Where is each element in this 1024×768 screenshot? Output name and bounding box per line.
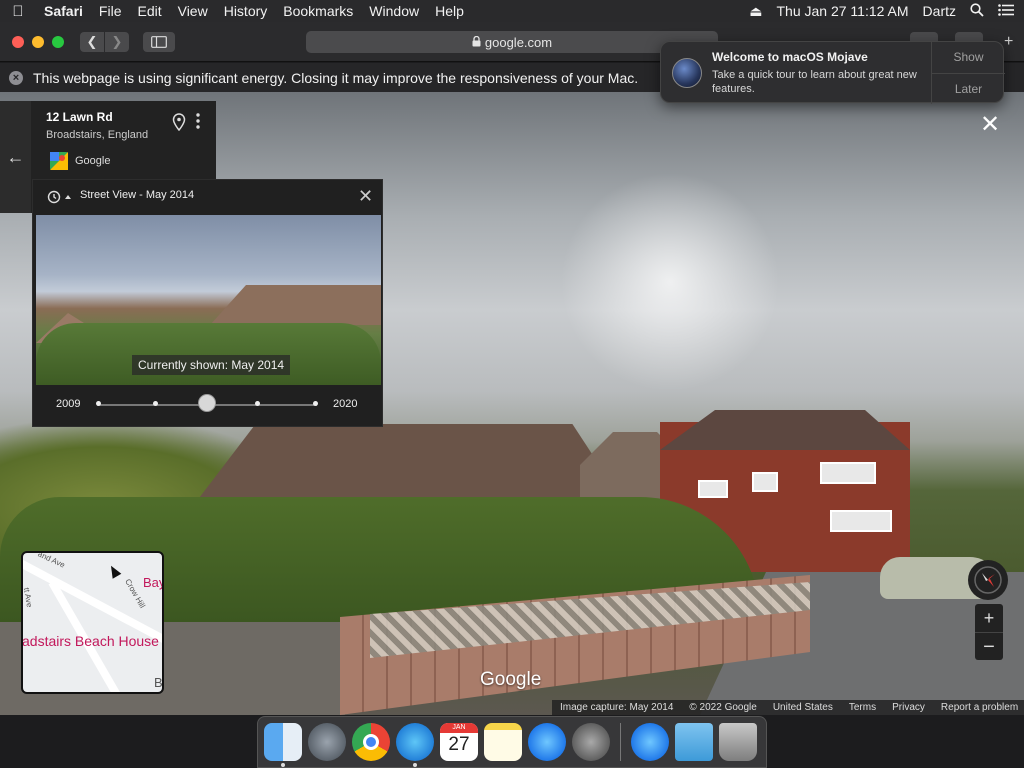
notes-icon[interactable] [484,723,522,761]
menu-window[interactable]: Window [361,3,427,19]
spotlight-search-icon[interactable] [970,2,984,20]
sky-glare [560,172,780,392]
mojave-app-icon [672,58,702,88]
energy-warning-text: This webpage is using significant energy… [33,69,639,86]
history-panel-header: Street View - May 2014 ✕ [33,180,384,214]
app-store-download-icon[interactable] [631,723,669,761]
finder-icon[interactable] [264,723,302,767]
slider-start-year: 2009 [56,398,81,410]
dock: JAN 27 [257,716,767,768]
menu-bookmarks[interactable]: Bookmarks [275,3,361,19]
dock-separator [620,723,621,761]
minimap-poi-label: B [154,675,163,690]
google-watermark: Google [480,669,542,690]
new-tab-plus-icon[interactable]: + [1004,34,1013,50]
minimap-poi-label[interactable]: Bay [143,575,162,590]
zoom-control: + − [975,604,1003,660]
minimap[interactable]: and Ave Crow Hill tt Ave Bay adstairs Be… [21,551,164,694]
minimap-street-label: tt Ave [21,586,35,609]
slider-stop[interactable] [313,401,318,406]
image-capture-date: Image capture: May 2014 [560,702,674,713]
preview-hedge [36,323,381,385]
menu-help[interactable]: Help [427,3,472,19]
notification-later-button[interactable]: Later [932,74,1005,104]
street-view-history-panel: Street View - May 2014 ✕ Currently shown… [32,179,383,427]
history-panel-title: Street View - May 2014 [80,189,195,201]
brick-house-roof [660,410,910,450]
sidebar-toggle-button[interactable] [143,32,175,52]
address-url: google.com [484,34,553,50]
calendar-month: JAN [440,723,478,733]
zoom-out-button[interactable]: − [975,632,1003,660]
history-clock-icon[interactable] [47,190,71,209]
house-window [830,510,892,532]
menubar-user[interactable]: Dartz [923,3,956,19]
menubar-clock[interactable]: Thu Jan 27 11:12 AM [776,3,908,19]
slider-stop[interactable] [153,401,158,406]
compass-icon[interactable] [968,560,1008,600]
map-pin-icon[interactable] [172,113,186,136]
place-title: 12 Lawn Rd [46,110,113,124]
notification-center-icon[interactable] [998,3,1014,19]
menu-bar:  Safari File Edit View History Bookmark… [0,0,1024,22]
address-bar[interactable]: google.com [306,31,718,53]
back-button[interactable]: ❮ [80,32,104,52]
menu-edit[interactable]: Edit [129,3,169,19]
safari-icon[interactable] [396,723,434,767]
house-window [698,480,728,498]
back-arrow-icon[interactable]: ← [0,101,31,213]
slider-end-year: 2020 [333,398,358,410]
google-maps-logo-icon [50,152,68,170]
trash-icon[interactable] [719,723,757,761]
minimap-street-label: and Ave [36,551,67,570]
report-problem-link[interactable]: Report a problem [933,702,1024,713]
menu-app-name[interactable]: Safari [36,3,91,19]
map-footer: Image capture: May 2014 © 2022 Google Un… [552,700,1024,715]
more-options-icon[interactable] [196,113,200,129]
menu-file[interactable]: File [91,3,130,19]
forward-button[interactable]: ❯ [105,32,129,52]
macos-notification[interactable]: Welcome to macOS Mojave Take a quick tou… [660,41,1005,104]
zoom-in-button[interactable]: + [975,604,1003,632]
launchpad-icon[interactable] [308,723,346,761]
app-store-icon[interactable] [528,723,566,761]
privacy-link[interactable]: Privacy [884,702,933,713]
calendar-icon[interactable]: JAN 27 [440,723,478,761]
downloads-folder-icon[interactable] [675,723,713,761]
terms-link[interactable]: Terms [841,702,884,713]
mouse-cursor-icon [106,563,122,579]
menu-history[interactable]: History [216,3,276,19]
minimap-poi-label[interactable]: adstairs Beach House [23,633,159,649]
notification-title: Welcome to macOS Mojave [712,50,868,64]
slider-thumb[interactable] [198,394,216,412]
street-view-panorama[interactable]: ← 12 Lawn Rd Broadstairs, England Google… [0,92,1024,715]
close-history-icon[interactable]: ✕ [358,187,373,205]
minimize-window-button[interactable] [32,36,44,48]
fullscreen-window-button[interactable] [52,36,64,48]
lock-icon [472,35,481,50]
close-warning-icon[interactable]: × [9,70,23,85]
notification-show-button[interactable]: Show [932,42,1005,73]
slider-stop[interactable] [96,401,101,406]
menu-view[interactable]: View [170,3,216,19]
house-window [820,462,876,484]
preview-caption: Currently shown: May 2014 [132,355,291,375]
notification-body: Take a quick tour to learn about great n… [712,69,917,95]
eject-icon[interactable]: ⏏ [749,3,762,20]
place-subtitle: Broadstairs, England [46,129,149,141]
apple-menu-icon[interactable]:  [0,3,36,20]
region-link[interactable]: United States [765,702,841,713]
slider-stop[interactable] [255,401,260,406]
copyright-text: © 2022 Google [689,702,757,713]
chrome-icon[interactable] [352,723,390,761]
close-street-view-icon[interactable]: ✕ [980,113,1000,137]
date-slider[interactable]: 2009 2020 [33,390,384,420]
google-source-label: Google [75,155,111,167]
calendar-day: 27 [448,734,470,755]
close-window-button[interactable] [12,36,24,48]
system-preferences-icon[interactable] [572,723,610,761]
house-window [752,472,778,492]
history-preview-image[interactable]: Currently shown: May 2014 [36,215,381,385]
preview-roof [210,285,381,325]
